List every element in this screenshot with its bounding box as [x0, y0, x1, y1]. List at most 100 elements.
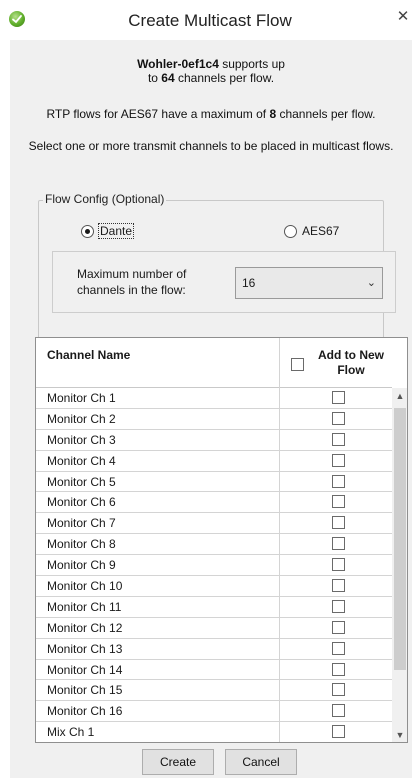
- flow-config-group: Flow Config (Optional) Dante AES67 Maxim…: [38, 192, 396, 358]
- row-divider: [279, 596, 280, 617]
- row-divider: [279, 576, 280, 596]
- table-row[interactable]: Monitor Ch 5: [36, 471, 392, 493]
- table-row[interactable]: Monitor Ch 1: [36, 388, 392, 409]
- table-row[interactable]: Monitor Ch 3: [36, 429, 392, 451]
- row-divider: [279, 513, 280, 534]
- max-channels-select[interactable]: 16 ⌄: [235, 267, 383, 299]
- aes67-prefix: RTP flows for AES67 have a maximum of: [46, 107, 270, 121]
- row-divider: [279, 659, 280, 680]
- add-to-flow-checkbox[interactable]: [332, 599, 345, 613]
- table-row[interactable]: Monitor Ch 14: [36, 659, 392, 681]
- table-row[interactable]: Monitor Ch 16: [36, 701, 392, 723]
- close-icon[interactable]: ✕: [392, 6, 414, 28]
- radio-dante-button[interactable]: [81, 224, 94, 238]
- add-to-flow-checkbox[interactable]: [332, 704, 345, 718]
- max-channels-label: Maximum number of channels in the flow:: [77, 267, 187, 297]
- device-name: Wohler-0ef1c4: [137, 57, 219, 71]
- channel-name: Monitor Ch 13: [47, 641, 123, 656]
- add-to-flow-checkbox[interactable]: [332, 683, 345, 697]
- radio-dante[interactable]: Dante: [81, 223, 135, 239]
- channel-name: Monitor Ch 4: [47, 453, 116, 468]
- channel-name: Monitor Ch 3: [47, 432, 116, 447]
- row-divider: [279, 680, 280, 701]
- table-body: Monitor Ch 1 Monitor Ch 2 Monitor Ch 3 M…: [36, 388, 392, 742]
- add-to-flow-checkbox[interactable]: [332, 474, 345, 488]
- table-row[interactable]: Monitor Ch 9: [36, 555, 392, 577]
- channel-name: Monitor Ch 9: [47, 558, 116, 573]
- add-to-flow-checkbox[interactable]: [332, 516, 345, 530]
- table-row[interactable]: Mix Ch 1: [36, 722, 392, 742]
- add-to-flow-checkbox[interactable]: [332, 411, 345, 425]
- support-line-2-prefix: to: [147, 71, 162, 85]
- channel-name: Monitor Ch 10: [47, 579, 123, 594]
- radio-aes67-label[interactable]: AES67: [302, 224, 339, 238]
- max-channels-value: 64: [161, 71, 175, 85]
- support-line-1: Wohler-0ef1c4 supports up: [10, 57, 412, 71]
- channel-name: Monitor Ch 7: [47, 516, 116, 531]
- table-row[interactable]: Monitor Ch 8: [36, 534, 392, 556]
- add-to-flow-checkbox[interactable]: [332, 537, 345, 551]
- row-divider: [279, 388, 280, 408]
- dialog-body: Wohler-0ef1c4 supports up to 64 channels…: [10, 40, 412, 778]
- create-button[interactable]: Create: [142, 749, 214, 775]
- add-to-flow-checkbox[interactable]: [332, 453, 345, 467]
- row-divider: [279, 408, 280, 429]
- add-to-flow-checkbox[interactable]: [332, 725, 345, 739]
- table-row[interactable]: Monitor Ch 10: [36, 576, 392, 597]
- add-to-flow-checkbox[interactable]: [332, 579, 345, 593]
- table-header: Channel Name Add to New Flow: [36, 338, 392, 388]
- radio-aes67[interactable]: AES67: [284, 224, 339, 238]
- row-divider: [279, 701, 280, 722]
- table-row[interactable]: Monitor Ch 12: [36, 617, 392, 639]
- row-divider: [279, 450, 280, 471]
- column-header-add-to-new-flow: Add to New Flow: [318, 348, 384, 377]
- channel-name: Mix Ch 1: [47, 725, 95, 740]
- add-to-flow-checkbox[interactable]: [332, 641, 345, 655]
- scroll-down-icon[interactable]: ▼: [392, 727, 407, 742]
- table-row[interactable]: Monitor Ch 6: [36, 492, 392, 514]
- scrollbar-thumb[interactable]: [394, 408, 406, 670]
- table-row[interactable]: Monitor Ch 15: [36, 680, 392, 702]
- table-row[interactable]: Monitor Ch 7: [36, 513, 392, 535]
- table-row[interactable]: Monitor Ch 13: [36, 638, 392, 660]
- channel-name: Monitor Ch 12: [47, 620, 123, 635]
- radio-dante-label[interactable]: Dante: [97, 223, 135, 239]
- cancel-button[interactable]: Cancel: [225, 749, 297, 775]
- channel-name: Monitor Ch 5: [47, 474, 116, 489]
- add-to-flow-checkbox[interactable]: [332, 432, 345, 446]
- add-to-flow-checkbox[interactable]: [332, 391, 345, 404]
- row-divider: [279, 534, 280, 555]
- add-to-flow-checkbox[interactable]: [332, 558, 345, 572]
- support-line-2: to 64 channels per flow.: [10, 71, 412, 85]
- row-divider: [279, 638, 280, 659]
- chevron-down-icon: ⌄: [366, 277, 376, 289]
- table-row[interactable]: Monitor Ch 2: [36, 408, 392, 430]
- aes67-suffix: channels per flow.: [276, 107, 376, 121]
- support-text: supports up: [218, 57, 285, 71]
- select-all-checkbox[interactable]: [291, 358, 304, 371]
- channel-name: Monitor Ch 2: [47, 411, 116, 426]
- channel-name: Monitor Ch 6: [47, 495, 116, 510]
- row-divider: [279, 617, 280, 638]
- add-to-flow-checkbox[interactable]: [332, 662, 345, 676]
- row-divider: [279, 492, 280, 513]
- aes67-info: RTP flows for AES67 have a maximum of 8 …: [10, 107, 412, 121]
- table-row[interactable]: Monitor Ch 4: [36, 450, 392, 472]
- column-header-channel-name: Channel Name: [47, 348, 131, 362]
- channel-name: Monitor Ch 11: [47, 599, 122, 614]
- max-channels-panel: Maximum number of channels in the flow: …: [52, 251, 396, 313]
- row-divider: [279, 555, 280, 576]
- add-to-flow-checkbox[interactable]: [332, 620, 345, 634]
- table-scrollbar[interactable]: ▲ ▼: [392, 388, 407, 742]
- instruction-text: Select one or more transmit channels to …: [28, 139, 394, 153]
- row-divider: [279, 429, 280, 450]
- flow-config-legend: Flow Config (Optional): [43, 192, 167, 206]
- window-title: Create Multicast Flow: [128, 11, 292, 30]
- radio-aes67-button[interactable]: [284, 224, 297, 238]
- max-channels-select-value: 16: [242, 276, 256, 290]
- channel-name: Monitor Ch 1: [47, 391, 116, 405]
- scroll-up-icon[interactable]: ▲: [392, 388, 407, 405]
- add-to-flow-checkbox[interactable]: [332, 495, 345, 509]
- row-divider: [279, 471, 280, 492]
- table-row[interactable]: Monitor Ch 11: [36, 596, 392, 618]
